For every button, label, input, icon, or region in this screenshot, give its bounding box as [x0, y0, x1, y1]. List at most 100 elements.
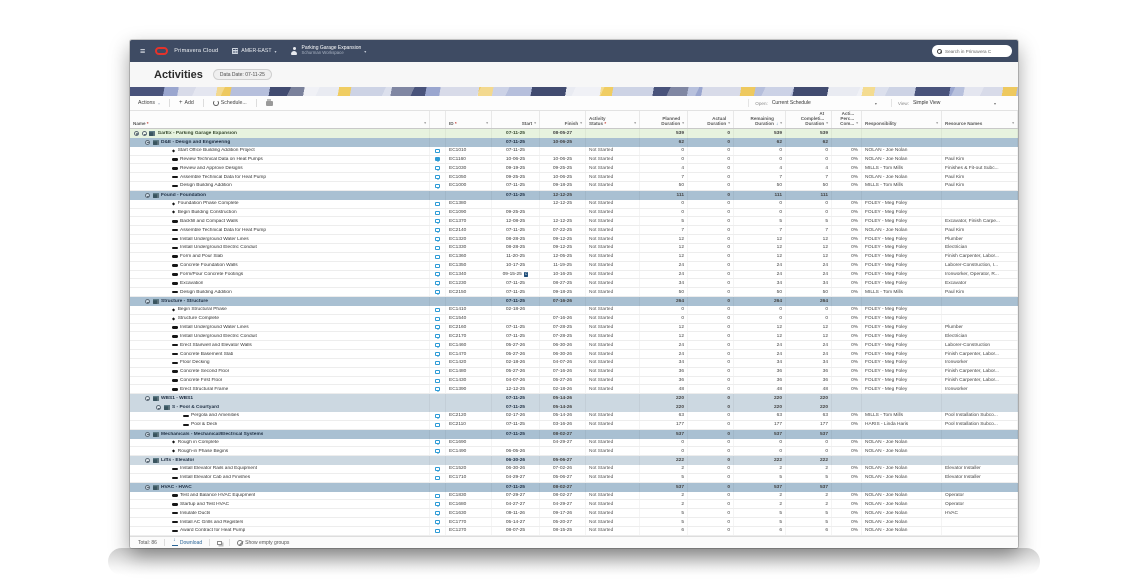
column-header-finish[interactable]: Finish▾	[540, 111, 586, 128]
view-select[interactable]: View: Simple View ▾	[891, 99, 1002, 107]
activity-row[interactable]: ◆Foundation Phase CompleteEC138012-12-25…	[130, 200, 1018, 209]
activity-row[interactable]: ◆Rough in CompleteEC169004-29-27Not Star…	[130, 439, 1018, 448]
print-button[interactable]	[266, 100, 273, 106]
wbs-row[interactable]: HVAC - HVAC07-11-2508-02-275370537537	[130, 483, 1018, 492]
discussion-bubble-icon[interactable]	[435, 290, 440, 294]
discussion-bubble-icon[interactable]	[435, 370, 440, 374]
activity-row[interactable]: Erect Stairwell and Elevator WallsEC1460…	[130, 341, 1018, 350]
discussion-bubble-icon[interactable]	[435, 379, 440, 383]
discussion-bubble-icon[interactable]	[435, 237, 440, 241]
activity-row[interactable]: Pool & DeckEC211007-11-2503-16-26Not Sta…	[130, 421, 1018, 430]
wbs-row[interactable]: D&E - Design and Engineering07-11-2510-0…	[130, 138, 1018, 147]
filter-caret-icon[interactable]: ▾	[826, 121, 828, 127]
collapse-expand-icon[interactable]	[145, 140, 150, 145]
discussion-bubble-icon[interactable]	[435, 228, 440, 232]
activity-row[interactable]: Concrete First FloorEC143004-07-2605-27-…	[130, 377, 1018, 386]
discussion-bubble-icon[interactable]	[435, 520, 440, 524]
filter-caret-icon[interactable]: ▾	[634, 121, 636, 127]
activity-row[interactable]: Install Elevator Cab and FinishesEC17100…	[130, 474, 1018, 483]
discussion-bubble-icon[interactable]	[435, 414, 440, 418]
column-header-resources[interactable]: Resource Names▾	[942, 111, 1018, 128]
wbs-row[interactable]: S - Pool & Courtyard07-11-2505-14-262200…	[130, 403, 1018, 412]
column-header-id[interactable]: ID *▾	[446, 111, 492, 128]
wbs-row[interactable]: Lifts - Elevator06-30-2605-06-2722202222…	[130, 456, 1018, 465]
discussion-bubble-icon[interactable]	[435, 511, 440, 515]
discussion-bubble-icon[interactable]	[435, 476, 440, 480]
collapse-expand-icon[interactable]	[145, 193, 150, 198]
activity-row[interactable]: Award Contract for Heat PumpEC127008-07-…	[130, 527, 1018, 536]
activity-row[interactable]: ◆Begin Structural PhaseEC141002-18-26Not…	[130, 306, 1018, 315]
discussion-bubble-icon[interactable]	[435, 166, 440, 170]
wbs-row[interactable]: WBS1 - WBS107-11-2505-14-262200220220	[130, 394, 1018, 403]
collapse-expand-icon[interactable]	[145, 458, 150, 463]
collapse-expand-icon[interactable]	[142, 131, 147, 136]
activity-row[interactable]: Startup and Test HVACEC168004-27-2704-29…	[130, 500, 1018, 509]
discussion-bubble-icon[interactable]	[435, 211, 440, 215]
discussion-bubble-icon[interactable]	[435, 317, 440, 321]
add-button[interactable]: + Add	[179, 100, 194, 106]
discussion-bubble-icon[interactable]	[435, 202, 440, 206]
row-focus-icon[interactable]	[134, 131, 139, 136]
column-header-responsibility[interactable]: Responsibility▾	[862, 111, 942, 128]
org-switcher[interactable]: AMER-EAST ▾	[232, 48, 276, 55]
actions-menu-button[interactable]: Actions ▾	[138, 100, 160, 106]
discussion-bubble-icon[interactable]	[435, 387, 440, 391]
schedule-button[interactable]: Schedule...	[213, 100, 247, 106]
activity-row[interactable]: Form/Pour Concrete FootingsEC134009-15-2…	[130, 271, 1018, 280]
menu-icon[interactable]: ≡	[140, 47, 145, 56]
copy-table-icon[interactable]	[217, 541, 222, 545]
activity-row[interactable]: Concrete Basement SlabEC147005-27-2606-3…	[130, 350, 1018, 359]
download-button[interactable]: Download	[172, 540, 202, 546]
discussion-bubble-icon[interactable]	[435, 308, 440, 312]
activity-row[interactable]: Review Technical Data on Heat PumpsEC116…	[130, 156, 1018, 165]
column-header-status[interactable]: Activity Status *▾	[586, 111, 640, 128]
activity-row[interactable]: Concrete Second FloorEC148005-27-2607-16…	[130, 368, 1018, 377]
discussion-bubble-icon[interactable]	[435, 529, 440, 533]
activity-row[interactable]: Floor DeckingEC142002-18-2604-07-26Not S…	[130, 359, 1018, 368]
activity-row[interactable]: Assemble Technical Data for Heat PumpEC1…	[130, 173, 1018, 182]
wbs-row[interactable]: Mechanicals - Mechanical/Electrical Syst…	[130, 430, 1018, 439]
column-header-start[interactable]: Start▾	[492, 111, 540, 128]
project-row[interactable]: GarEx - Parking Garage Expansion07-11-25…	[130, 129, 1018, 138]
filter-caret-icon[interactable]: ▾	[682, 121, 684, 127]
sort-ascending-icon[interactable]: ↓	[776, 121, 778, 126]
oracle-logo-icon[interactable]	[155, 47, 168, 55]
wbs-row[interactable]: Structure - Structure07-11-2507-16-26264…	[130, 297, 1018, 306]
discussion-bubble-icon[interactable]	[435, 264, 440, 268]
discussion-bubble-icon[interactable]	[435, 502, 440, 506]
discussion-bubble-icon[interactable]	[435, 440, 440, 444]
show-empty-groups-toggle[interactable]: Show empty groups	[237, 540, 289, 546]
discussion-bubble-icon[interactable]	[435, 423, 440, 427]
activity-row[interactable]: ◆Begin Building ConstructionEC109009-25-…	[130, 209, 1018, 218]
filter-caret-icon[interactable]: ▾	[580, 121, 582, 127]
collapse-expand-icon[interactable]	[145, 299, 150, 304]
activity-row[interactable]: Form and Pour SlabEC136011-20-2512-05-25…	[130, 253, 1018, 262]
filter-caret-icon[interactable]: ▾	[728, 121, 730, 127]
discussion-bubble-icon[interactable]	[435, 334, 440, 338]
discussion-bubble-icon[interactable]	[435, 449, 440, 453]
filter-caret-icon[interactable]: ▾	[780, 121, 782, 127]
discussion-bubble-icon[interactable]	[435, 281, 440, 285]
discussion-bubble-icon[interactable]	[435, 246, 440, 250]
activity-row[interactable]: Review and Approve DesignsEC103009-19-25…	[130, 164, 1018, 173]
filter-caret-icon[interactable]: ▾	[936, 121, 938, 127]
activity-row[interactable]: Concrete Foundation WallsEC135010-17-251…	[130, 262, 1018, 271]
wbs-row[interactable]: Found - Foundation07-11-2512-12-25111011…	[130, 191, 1018, 200]
global-search-input[interactable]: Search in Primavera C	[932, 45, 1012, 57]
filter-caret-icon[interactable]: ▾	[1012, 121, 1014, 127]
activity-row[interactable]: Install AC Grills and RegistersEC177005-…	[130, 518, 1018, 527]
discussion-bubble-icon[interactable]	[435, 157, 440, 161]
activity-row[interactable]: Pergola and AmenitiesEC212002-17-2605-14…	[130, 412, 1018, 421]
filter-caret-icon[interactable]: ▾	[534, 121, 536, 127]
column-header-name[interactable]: Name *▾	[130, 111, 430, 128]
filter-caret-icon[interactable]: ▾	[424, 121, 426, 127]
activity-row[interactable]: ◆Start Office Building Addition ProjectE…	[130, 147, 1018, 156]
collapse-expand-icon[interactable]	[156, 405, 161, 410]
discussion-bubble-icon[interactable]	[435, 184, 440, 188]
collapse-expand-icon[interactable]	[145, 396, 150, 401]
activity-row[interactable]: Install Underground Water LinesEC132008-…	[130, 235, 1018, 244]
open-schedule-select[interactable]: Open: Current Schedule ▾	[748, 99, 883, 107]
discussion-bubble-icon[interactable]	[435, 219, 440, 223]
filter-caret-icon[interactable]: ▾	[486, 121, 488, 127]
discussion-bubble-icon[interactable]	[435, 255, 440, 259]
